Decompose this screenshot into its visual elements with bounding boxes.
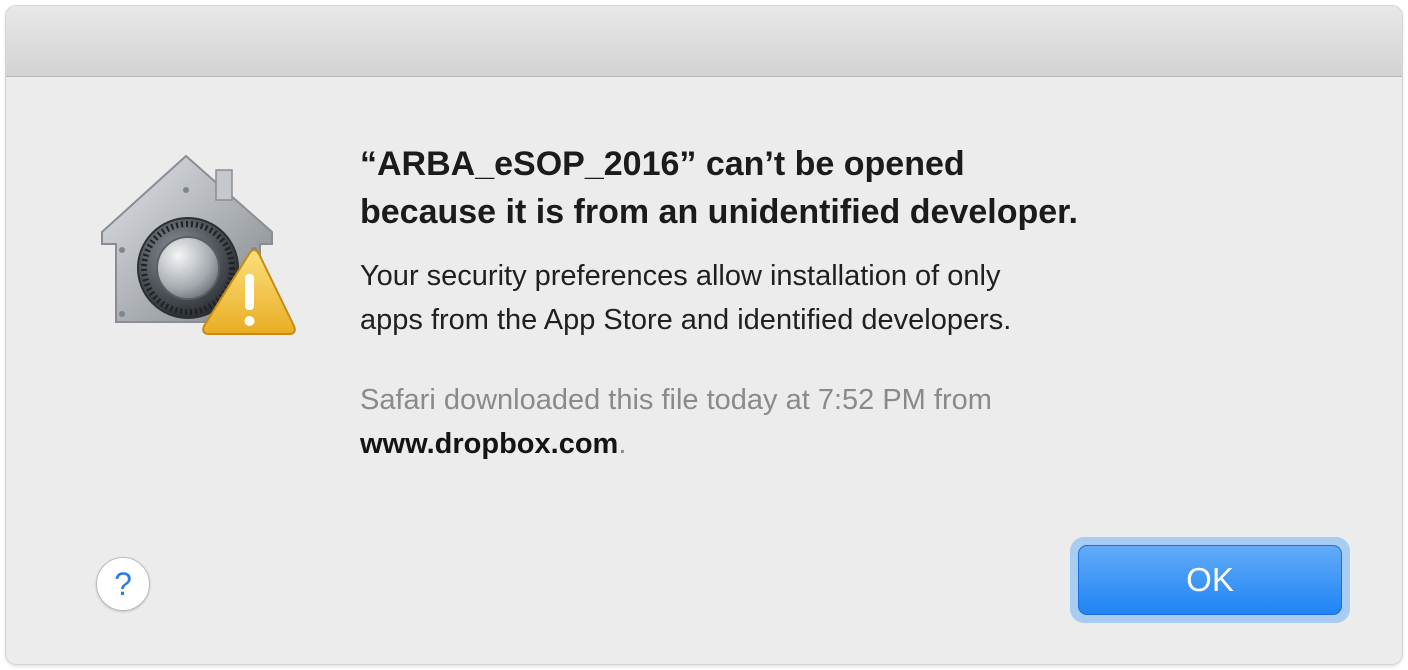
help-button[interactable]: ? <box>96 557 150 611</box>
headline-line: because it is from an unidentified devel… <box>360 193 1078 231</box>
ok-button-face[interactable]: OK <box>1078 545 1342 615</box>
download-source-period: . <box>618 428 627 460</box>
dialog-headline: “ARBA_eSOP_2016” can’t be opened because… <box>360 140 1360 236</box>
headline-line: “ARBA_eSOP_2016” can’t be opened <box>360 145 965 183</box>
message-line: apps from the App Store and identified d… <box>360 304 1012 336</box>
message-line: Your security preferences allow installa… <box>360 260 1001 292</box>
download-source: Safari downloaded this file today at 7:5… <box>360 378 1360 466</box>
dialog-message: Your security preferences allow installa… <box>360 254 1360 342</box>
download-source-text: Safari downloaded this file today at 7:5… <box>360 384 992 416</box>
dialog-content: “ARBA_eSOP_2016” can’t be opened because… <box>360 140 1360 466</box>
ok-button-label: OK <box>1186 561 1234 598</box>
title-bar[interactable] <box>6 6 1402 77</box>
alert-dialog: “ARBA_eSOP_2016” can’t be opened because… <box>6 6 1402 664</box>
help-icon: ? <box>114 565 132 602</box>
download-source-domain: www.dropbox.com <box>360 428 619 460</box>
gatekeeper-warning-icon <box>94 146 304 346</box>
ok-button[interactable]: OK <box>1070 537 1350 623</box>
